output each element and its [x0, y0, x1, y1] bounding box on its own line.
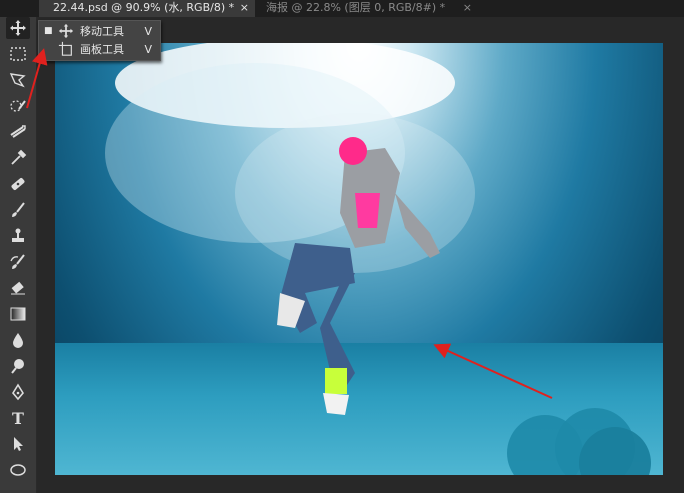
- document-canvas[interactable]: [55, 43, 663, 475]
- gradient-icon: [10, 307, 26, 321]
- clone-stamp-tool[interactable]: [6, 225, 30, 247]
- eraser-tool[interactable]: [6, 277, 30, 299]
- bandage-icon: [11, 178, 25, 190]
- marquee-tool[interactable]: [6, 43, 30, 65]
- type-icon: T: [12, 408, 24, 428]
- dodge-tool[interactable]: [6, 355, 30, 377]
- flyout-item-shortcut: V: [144, 42, 152, 56]
- document-tab-active[interactable]: 22.44.psd @ 90.9% (水, RGB/8) * ×: [39, 0, 255, 17]
- dodge-icon: [11, 359, 24, 374]
- artboard-icon: [58, 41, 72, 56]
- move-tool-flyout-menu: ■ 移动工具 V 画板工具 V: [38, 20, 161, 61]
- drop-icon: [13, 333, 23, 348]
- flyout-item-label: 移动工具: [80, 25, 124, 38]
- rectangular-marquee-icon: [10, 47, 26, 61]
- flyout-item-move-tool[interactable]: ■ 移动工具 V: [39, 22, 160, 40]
- flyout-item-shortcut: V: [144, 24, 152, 38]
- document-tab-bar: 22.44.psd @ 90.9% (水, RGB/8) * × 海报 @ 22…: [0, 0, 684, 17]
- blur-tool[interactable]: [6, 329, 30, 351]
- tab-close-icon[interactable]: ×: [240, 0, 249, 15]
- flyout-item-artboard-tool[interactable]: 画板工具 V: [39, 40, 160, 58]
- tab-title: 海报 @ 22.8% (图层 0, RGB/8#) *: [266, 1, 446, 14]
- ellipse-icon: [10, 464, 26, 476]
- pen-tool[interactable]: [6, 381, 30, 403]
- polygonal-lasso-icon: [9, 73, 26, 88]
- move-tool[interactable]: [6, 17, 30, 39]
- stamp-icon: [12, 228, 24, 242]
- quick-selection-icon: [10, 100, 26, 112]
- move-icon: [10, 20, 26, 36]
- tools-panel: T: [0, 17, 37, 493]
- arrow-pointer-icon: [14, 437, 23, 451]
- brush-tool[interactable]: [6, 199, 30, 221]
- history-brush-tool[interactable]: [6, 251, 30, 273]
- history-brush-icon: [10, 254, 25, 269]
- flyout-item-label: 画板工具: [80, 43, 124, 56]
- move-icon: [58, 23, 74, 39]
- healing-brush-tool[interactable]: [6, 173, 30, 195]
- crop-icon: [10, 125, 26, 138]
- eyedropper-icon: [11, 149, 27, 165]
- gradient-tool[interactable]: [6, 303, 30, 325]
- lasso-tool[interactable]: [6, 69, 30, 91]
- path-selection-tool[interactable]: [6, 433, 30, 455]
- document-tab-inactive[interactable]: 海报 @ 22.8% (图层 0, RGB/8#) * ×: [252, 0, 478, 17]
- tab-title: 22.44.psd @ 90.9% (水, RGB/8) *: [53, 1, 235, 14]
- type-tool[interactable]: T: [6, 407, 30, 429]
- eraser-icon: [11, 281, 25, 295]
- tab-close-icon[interactable]: ×: [463, 0, 472, 15]
- brush-icon: [12, 202, 25, 217]
- crop-tool[interactable]: [6, 121, 30, 143]
- shape-tool[interactable]: [6, 459, 30, 481]
- selected-bullet: ■: [44, 26, 53, 36]
- quick-selection-tool[interactable]: [6, 95, 30, 117]
- pen-icon: [12, 383, 24, 401]
- eyedropper-tool[interactable]: [6, 147, 30, 169]
- canvas-artwork: [105, 43, 651, 475]
